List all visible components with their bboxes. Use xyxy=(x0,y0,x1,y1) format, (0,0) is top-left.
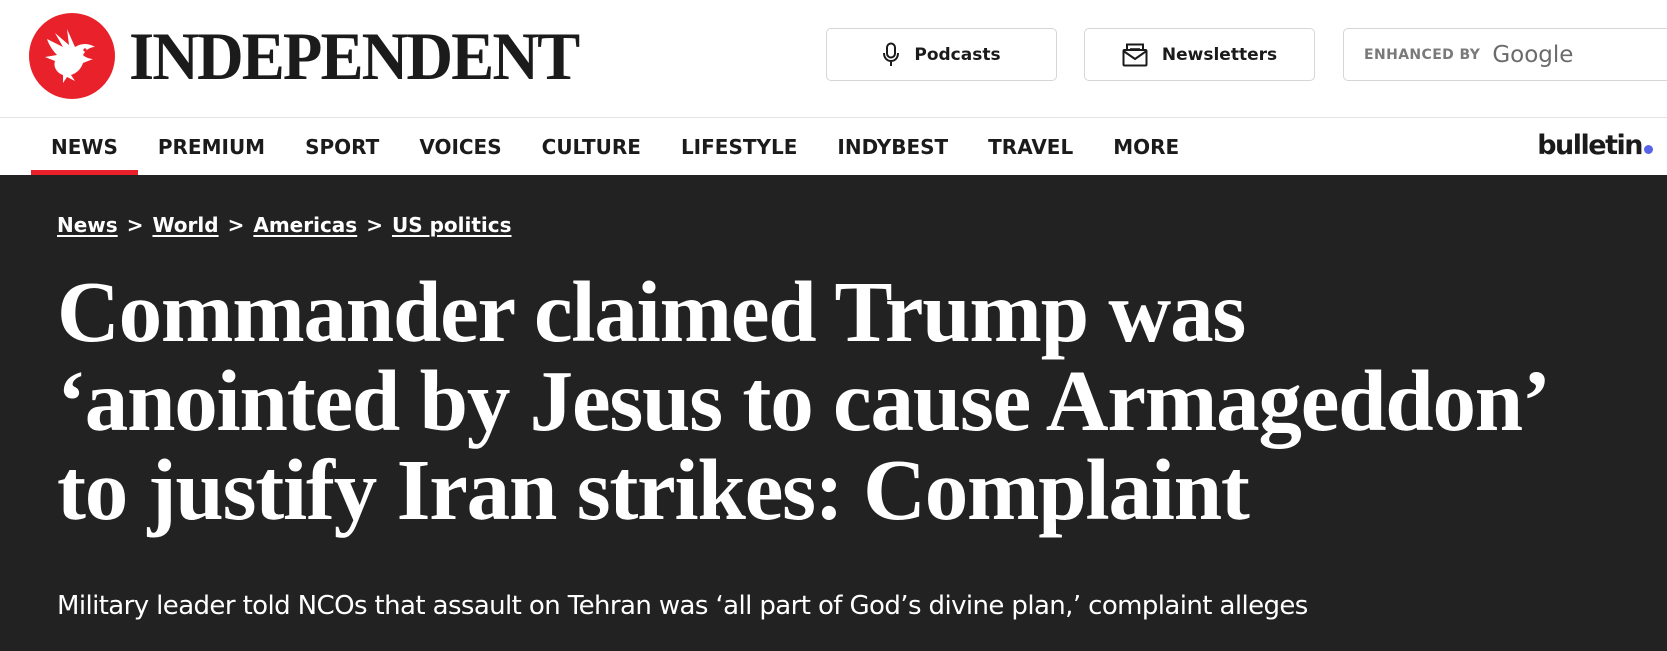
podcasts-label: Podcasts xyxy=(914,44,1001,65)
nav-item-lifestyle[interactable]: LIFESTYLE xyxy=(661,118,817,175)
main-nav: NEWS PREMIUM SPORT VOICES CULTURE LIFEST… xyxy=(0,118,1667,175)
headline-line: ‘anointed by Jesus to cause Armageddon’ xyxy=(57,352,1551,449)
nav-item-culture[interactable]: CULTURE xyxy=(522,118,661,175)
logo-wordmark: INDEPENDENT xyxy=(129,18,580,94)
breadcrumb-separator: > xyxy=(227,213,245,237)
google-brand: Google xyxy=(1492,41,1574,68)
nav-item-premium[interactable]: PREMIUM xyxy=(138,118,285,175)
nav-item-sport[interactable]: SPORT xyxy=(285,118,399,175)
nav-item-voices[interactable]: VOICES xyxy=(399,118,521,175)
breadcrumb-americas[interactable]: Americas xyxy=(253,213,357,237)
breadcrumb-world[interactable]: World xyxy=(152,213,218,237)
nav-item-travel[interactable]: TRAVEL xyxy=(968,118,1093,175)
article-headline: Commander claimed Trump was ‘anointed by… xyxy=(57,267,1657,534)
newsletters-label: Newsletters xyxy=(1161,44,1278,65)
bulletin-dot xyxy=(1644,145,1653,154)
newsletters-button[interactable]: Newsletters xyxy=(1084,28,1315,81)
site-header: INDEPENDENT Podcasts Newsletters ENHANCE… xyxy=(0,0,1667,118)
envelope-icon xyxy=(1122,43,1148,67)
microphone-icon xyxy=(882,42,900,68)
nav-list: NEWS PREMIUM SPORT VOICES CULTURE LIFEST… xyxy=(31,118,1199,175)
breadcrumb: News > World > Americas > US politics xyxy=(57,213,512,237)
article-standfirst: Military leader told NCOs that assault o… xyxy=(57,591,1308,621)
article-hero: News > World > Americas > US politics Co… xyxy=(0,175,1667,651)
headline-line: Commander claimed Trump was xyxy=(57,263,1246,360)
bulletin-label: bulletin xyxy=(1537,130,1643,161)
headline-line: to justify Iran strikes: Complaint xyxy=(57,441,1250,538)
breadcrumb-separator: > xyxy=(366,213,383,237)
breadcrumb-news[interactable]: News xyxy=(57,213,118,237)
breadcrumb-separator: > xyxy=(126,213,144,237)
eagle-icon xyxy=(29,13,115,99)
search-input[interactable]: ENHANCED BY Google xyxy=(1343,28,1667,81)
nav-item-more[interactable]: MORE xyxy=(1093,118,1199,175)
site-logo[interactable]: INDEPENDENT xyxy=(29,13,602,99)
nav-item-indybest[interactable]: INDYBEST xyxy=(817,118,968,175)
nav-item-news[interactable]: NEWS xyxy=(31,118,138,175)
search-enhanced-label: ENHANCED BY xyxy=(1364,46,1481,63)
bulletin-link[interactable]: bulletin xyxy=(1537,130,1653,161)
breadcrumb-us-politics[interactable]: US politics xyxy=(392,213,512,237)
podcasts-button[interactable]: Podcasts xyxy=(826,28,1057,81)
